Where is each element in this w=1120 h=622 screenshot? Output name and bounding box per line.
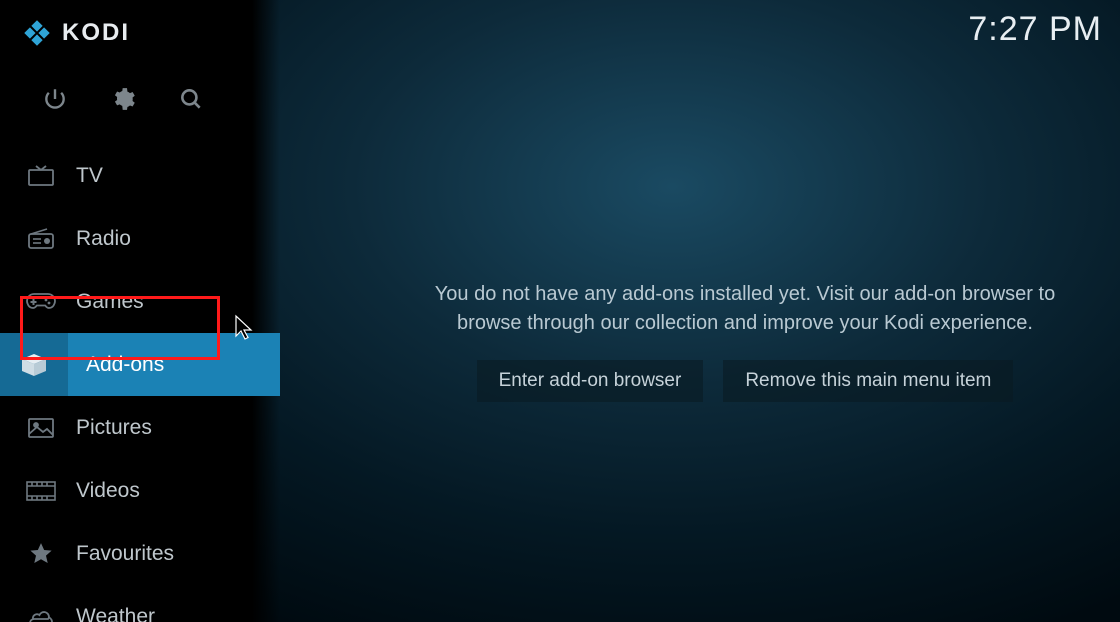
enter-addon-browser-button[interactable]: Enter add-on browser [477,360,704,402]
games-icon [24,292,58,312]
menu-item-weather[interactable]: Weather [0,585,280,622]
menu-item-videos[interactable]: Videos [0,459,280,522]
gear-icon[interactable] [110,86,136,112]
menu-label: Radio [76,227,131,251]
menu-label: Pictures [76,416,152,440]
menu-item-games[interactable]: Games [0,270,280,333]
addons-icon [0,333,68,396]
menu-label: Favourites [76,542,174,566]
top-icon-row [0,56,280,136]
power-icon[interactable] [42,86,68,112]
remove-main-menu-item-button[interactable]: Remove this main menu item [723,360,1013,402]
menu-item-addons[interactable]: Add-ons [0,333,280,396]
addons-empty-message: You do not have any add-ons installed ye… [310,280,1090,338]
menu-item-radio[interactable]: Radio [0,207,280,270]
menu-label: Games [76,290,144,314]
sidebar: KODI TV Radio Games [0,0,280,622]
menu-item-favourites[interactable]: Favourites [0,522,280,585]
content-area: You do not have any add-ons installed ye… [280,0,1120,622]
videos-icon [24,481,58,501]
star-icon [24,541,58,567]
pictures-icon [24,417,58,439]
search-icon[interactable] [178,86,204,112]
weather-icon [24,605,58,622]
menu-item-pictures[interactable]: Pictures [0,396,280,459]
menu-label: Videos [76,479,140,503]
app-logo: KODI [0,0,280,56]
menu-label: TV [76,164,103,188]
radio-icon [24,228,58,250]
menu-label: Add-ons [86,353,164,377]
main-menu: TV Radio Games Add-ons Pictures [0,144,280,622]
menu-item-tv[interactable]: TV [0,144,280,207]
tv-icon [24,164,58,188]
menu-label: Weather [76,605,155,622]
app-name: KODI [62,19,130,47]
kodi-logo-icon [22,18,52,48]
content-button-row: Enter add-on browser Remove this main me… [387,360,1014,402]
